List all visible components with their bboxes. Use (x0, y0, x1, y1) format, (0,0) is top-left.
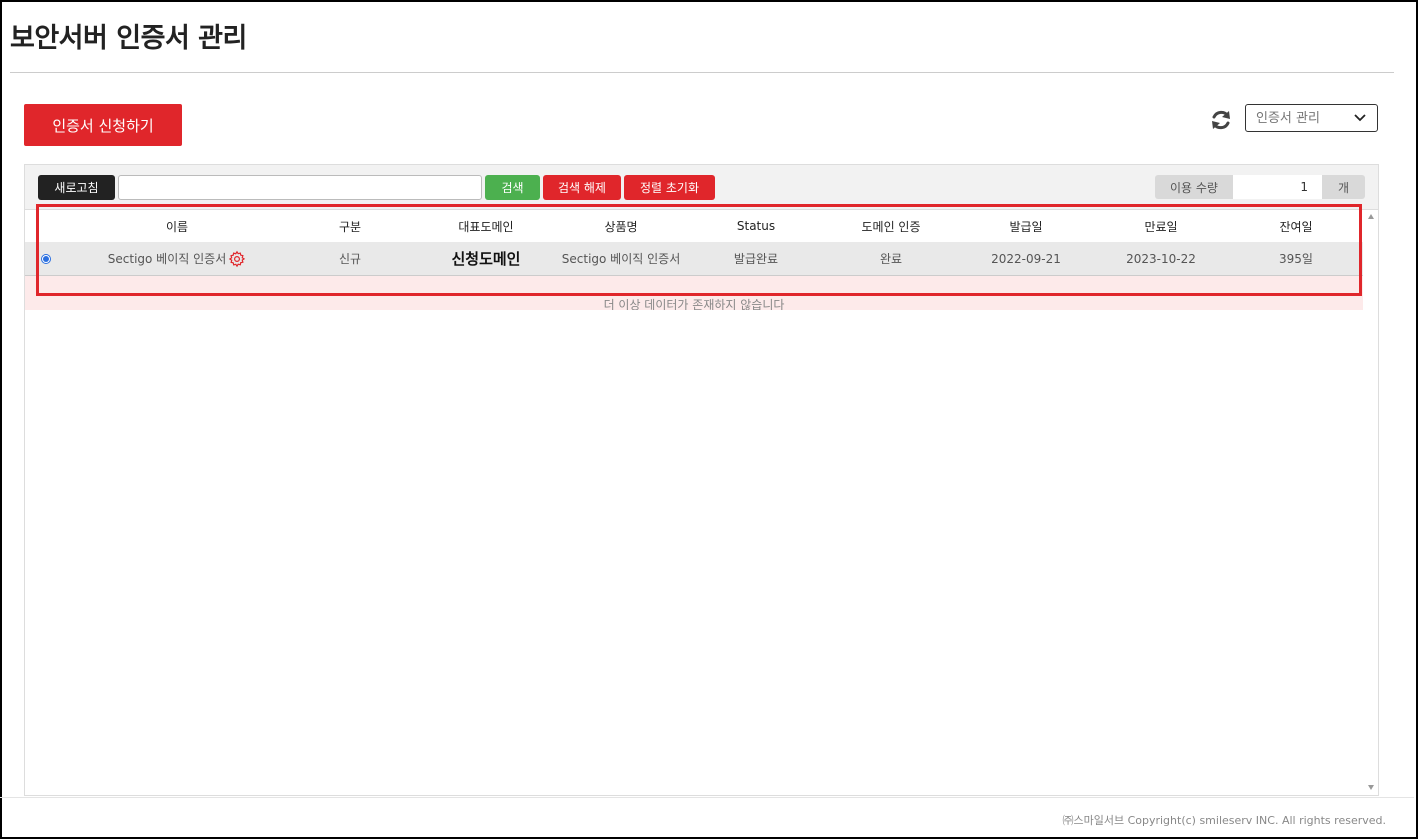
clear-search-button[interactable]: 검색 해제 (543, 175, 621, 200)
grid-toolbar: 새로고침 검색 검색 해제 정렬 초기화 이용 수량 1 개 (25, 165, 1378, 210)
refresh-icon[interactable] (1209, 108, 1233, 132)
usage-quantity-value: 1 (1233, 175, 1322, 199)
row-domain-auth: 완료 (879, 252, 903, 266)
scroll-down-arrow-icon[interactable] (1368, 785, 1374, 790)
footer-copyright: ㈜스마일서브 Copyright(c) smileserv INC. All r… (1062, 814, 1386, 827)
scroll-up-arrow-icon[interactable] (1368, 214, 1374, 219)
column-header-expires[interactable]: 만료일 (1101, 210, 1221, 242)
column-header-status[interactable]: Status (696, 210, 816, 242)
search-input[interactable] (118, 175, 482, 200)
gear-icon[interactable] (228, 250, 246, 268)
empty-message: 더 이상 데이터가 존재하지 않습니다 (603, 298, 785, 310)
row-product: Sectigo 베이직 인증서 (561, 252, 681, 266)
row-domain: 신청도메인 (451, 250, 521, 268)
row-select-cell (41, 242, 51, 275)
grid-header: 이름 구분 대표도메인 상품명 Status 도메인 인증 발급일 만료일 잔여… (25, 210, 1363, 243)
grid-scrollbar[interactable] (1364, 210, 1378, 795)
apply-certificate-button[interactable]: 인증서 신청하기 (24, 104, 182, 146)
title-divider (10, 72, 1394, 73)
column-header-type[interactable]: 구분 (290, 210, 410, 242)
row-radio[interactable] (41, 253, 51, 264)
row-type: 신규 (338, 252, 362, 266)
chevron-down-icon (1354, 114, 1366, 122)
page-title: 보안서버 인증서 관리 (10, 23, 247, 54)
row-issued: 2022-09-21 (991, 251, 1061, 266)
row-status: 발급완료 (733, 252, 779, 266)
usage-quantity-label: 이용 수량 (1155, 175, 1233, 199)
footer-divider (0, 797, 1414, 798)
column-header-domain-auth[interactable]: 도메인 인증 (831, 210, 951, 242)
row-name-cell: Sectigo 베이직 인증서 (85, 242, 269, 275)
column-header-name[interactable]: 이름 (105, 210, 249, 242)
table-row[interactable]: Sectigo 베이직 인증서 신규 신청도메인 Sectigo 베이직 인증서… (25, 242, 1363, 276)
search-button[interactable]: 검색 (485, 175, 540, 200)
row-remaining: 395일 (1279, 252, 1313, 266)
usage-quantity-unit: 개 (1322, 175, 1365, 199)
column-header-remaining[interactable]: 잔여일 (1236, 210, 1356, 242)
column-header-product[interactable]: 상품명 (561, 210, 681, 242)
menu-select-value: 인증서 관리 (1256, 111, 1320, 126)
empty-data-row: 더 이상 데이터가 존재하지 않습니다 (25, 276, 1363, 310)
refresh-button[interactable]: 새로고침 (38, 175, 115, 200)
row-expires: 2023-10-22 (1126, 251, 1196, 266)
reset-sort-button[interactable]: 정렬 초기화 (624, 175, 715, 200)
column-header-issued[interactable]: 발급일 (966, 210, 1086, 242)
certificate-grid-panel: 새로고침 검색 검색 해제 정렬 초기화 이용 수량 1 개 이름 구분 대표도… (24, 164, 1379, 796)
row-name: Sectigo 베이직 인증서 (107, 252, 227, 266)
column-header-domain[interactable]: 대표도메인 (426, 210, 546, 242)
menu-select[interactable]: 인증서 관리 (1245, 104, 1378, 132)
